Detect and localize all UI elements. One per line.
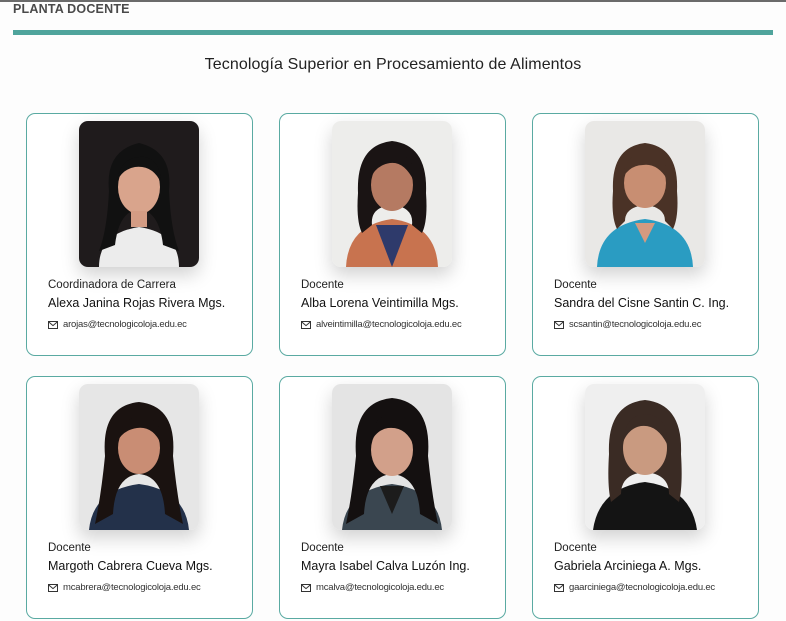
program-title: Tecnología Superior en Procesamiento de … — [204, 56, 582, 73]
staff-role: Coordinadora de Carrera — [48, 279, 176, 291]
staff-role: Docente — [48, 542, 91, 554]
staff-portrait-image — [585, 384, 705, 530]
staff-portrait-image — [79, 384, 199, 530]
staff-name: Margoth Cabrera Cueva Mgs. — [48, 559, 213, 573]
staff-card: Docente Alba Lorena Veintimilla Mgs. alv… — [279, 113, 506, 356]
staff-email-address[interactable]: alveintimilla@tecnologicoloja.edu.ec — [316, 319, 462, 330]
staff-photo — [79, 121, 199, 267]
staff-card: Docente Gabriela Arciniega A. Mgs. gaarc… — [532, 376, 759, 619]
staff-name: Alexa Janina Rojas Rivera Mgs. — [48, 296, 226, 310]
staff-portrait-image — [585, 121, 705, 267]
envelope-icon — [554, 320, 564, 329]
envelope-icon — [554, 583, 564, 592]
envelope-icon — [48, 583, 58, 592]
envelope-icon — [48, 320, 58, 329]
section-divider — [13, 30, 773, 35]
staff-photo — [585, 384, 705, 530]
staff-email[interactable]: scsantin@tecnologicoloja.edu.ec — [554, 319, 702, 330]
staff-email[interactable]: gaarciniega@tecnologicoloja.edu.ec — [554, 582, 715, 593]
envelope-icon — [301, 320, 311, 329]
staff-card: Docente Sandra del Cisne Santin C. Ing. … — [532, 113, 759, 356]
staff-name: Alba Lorena Veintimilla Mgs. — [301, 296, 459, 310]
staff-card: Coordinadora de Carrera Alexa Janina Roj… — [26, 113, 253, 356]
staff-portrait-image — [79, 121, 199, 267]
staff-role: Docente — [301, 279, 344, 291]
staff-photo — [585, 121, 705, 267]
staff-email-address[interactable]: mcalva@tecnologicoloja.edu.ec — [316, 582, 444, 593]
staff-card: Docente Mayra Isabel Calva Luzón Ing. mc… — [279, 376, 506, 619]
staff-email-address[interactable]: mcabrera@tecnologicoloja.edu.ec — [63, 582, 201, 593]
staff-email[interactable]: mcabrera@tecnologicoloja.edu.ec — [48, 582, 201, 593]
staff-photo — [332, 121, 452, 267]
staff-card: Docente Margoth Cabrera Cueva Mgs. mcabr… — [26, 376, 253, 619]
staff-email-address[interactable]: scsantin@tecnologicoloja.edu.ec — [569, 319, 702, 330]
envelope-icon — [301, 583, 311, 592]
staff-name: Mayra Isabel Calva Luzón Ing. — [301, 559, 470, 573]
staff-portrait-image — [332, 384, 452, 530]
staff-role: Docente — [554, 279, 597, 291]
section-title: PLANTA DOCENTE — [13, 2, 130, 16]
staff-photo — [332, 384, 452, 530]
staff-portrait-image — [332, 121, 452, 267]
staff-email[interactable]: mcalva@tecnologicoloja.edu.ec — [301, 582, 444, 593]
staff-photo — [79, 384, 199, 530]
staff-email[interactable]: alveintimilla@tecnologicoloja.edu.ec — [301, 319, 462, 330]
staff-email[interactable]: arojas@tecnologicoloja.edu.ec — [48, 319, 187, 330]
staff-role: Docente — [554, 542, 597, 554]
staff-email-address[interactable]: arojas@tecnologicoloja.edu.ec — [63, 319, 187, 330]
staff-name: Gabriela Arciniega A. Mgs. — [554, 559, 702, 573]
staff-role: Docente — [301, 542, 344, 554]
staff-name: Sandra del Cisne Santin C. Ing. — [554, 296, 730, 310]
staff-email-address[interactable]: gaarciniega@tecnologicoloja.edu.ec — [569, 582, 715, 593]
